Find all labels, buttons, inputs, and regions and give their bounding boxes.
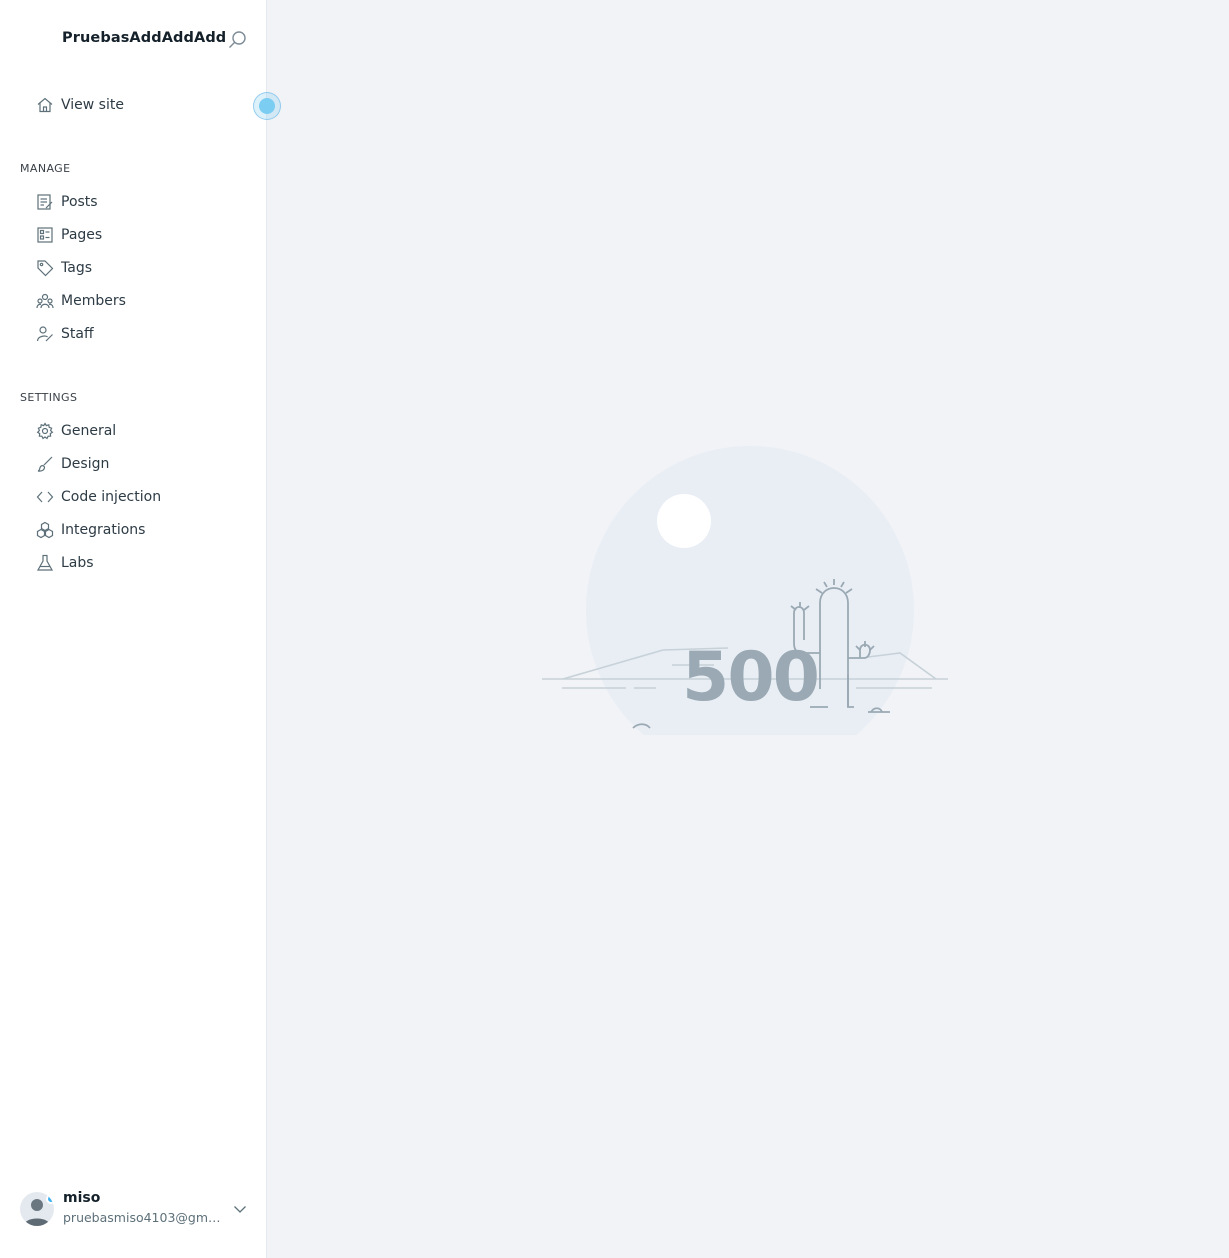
gear-icon	[36, 422, 54, 440]
nav-view-site[interactable]: View site	[36, 94, 246, 116]
nav-general[interactable]: General	[36, 420, 246, 442]
brush-icon	[36, 455, 54, 473]
integrations-icon	[36, 521, 54, 539]
nav-posts[interactable]: Posts	[36, 191, 246, 213]
avatar	[20, 1192, 54, 1226]
nav-design[interactable]: Design	[36, 453, 246, 475]
nav-general-label: General	[61, 423, 117, 439]
posts-icon	[36, 193, 54, 211]
staff-icon	[36, 325, 54, 343]
nav-labs-label: Labs	[61, 555, 94, 571]
nav-integrations[interactable]: Integrations	[36, 519, 246, 541]
nav-code-injection-label: Code injection	[61, 489, 162, 505]
main-content: 500	[268, 0, 1229, 1258]
nav-tags[interactable]: Tags	[36, 257, 246, 279]
user-email: pruebasmiso4103@gmail.com	[63, 1210, 223, 1225]
nav-posts-label: Posts	[61, 194, 98, 210]
settings-heading: SETTINGS	[20, 391, 78, 404]
nav-members-label: Members	[61, 293, 126, 309]
code-icon	[36, 488, 54, 506]
nav-pages-label: Pages	[61, 227, 103, 243]
nav-staff-label: Staff	[61, 326, 94, 342]
error-code: 500	[682, 638, 820, 717]
search-icon[interactable]	[228, 30, 248, 50]
online-status-dot	[46, 1194, 54, 1204]
tag-icon	[36, 259, 54, 277]
nav-code-injection[interactable]: Code injection	[36, 486, 246, 508]
nav-pages[interactable]: Pages	[36, 224, 246, 246]
nav-labs[interactable]: Labs	[36, 552, 246, 574]
user-menu[interactable]: miso pruebasmiso4103@gmail.com	[20, 1188, 250, 1228]
nav-view-site-label: View site	[61, 97, 124, 113]
chevron-down-icon[interactable]	[233, 1201, 247, 1215]
user-name: miso	[63, 1190, 101, 1206]
nav-integrations-label: Integrations	[61, 522, 146, 538]
sidebar: PruebasAddAddAdd View site MANAGE Posts …	[0, 0, 281, 1258]
nav-staff[interactable]: Staff	[36, 323, 246, 345]
members-icon	[36, 292, 54, 310]
manage-heading: MANAGE	[20, 162, 71, 175]
home-icon	[36, 96, 54, 114]
nav-design-label: Design	[61, 456, 110, 472]
site-title[interactable]: PruebasAddAddAdd	[62, 30, 226, 46]
flask-icon	[36, 554, 54, 572]
pages-icon	[36, 226, 54, 244]
nav-tags-label: Tags	[61, 260, 92, 276]
nav-members[interactable]: Members	[36, 290, 246, 312]
